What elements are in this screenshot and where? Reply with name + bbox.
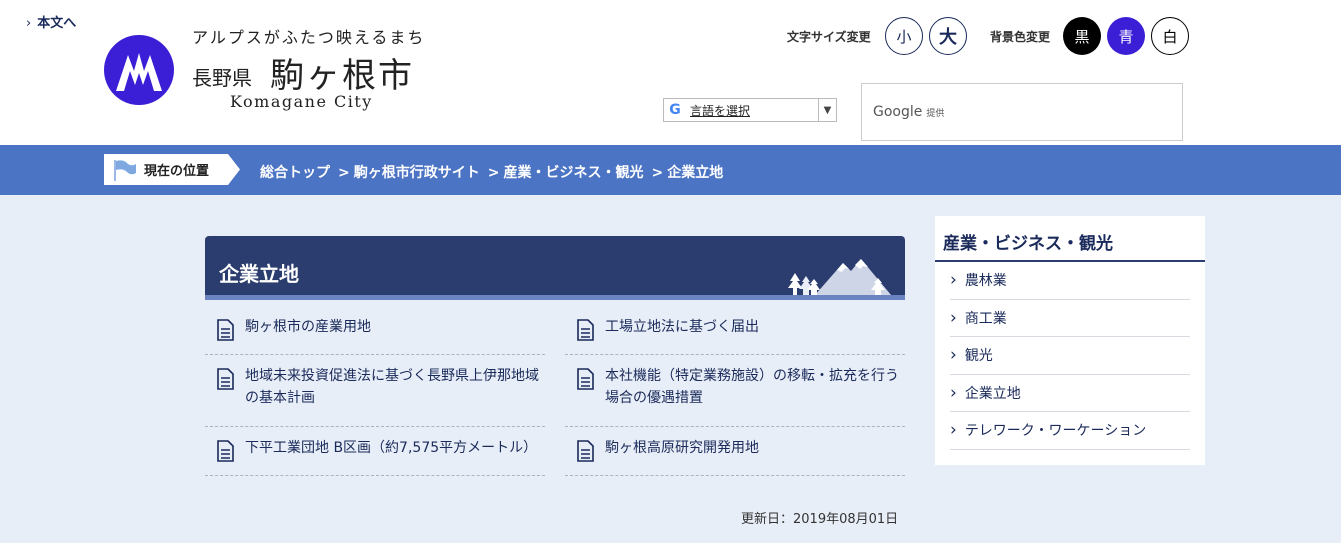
mountain-decoration-icon xyxy=(788,259,891,295)
language-select-label[interactable]: 言語を選択 xyxy=(686,102,818,119)
site-tagline: アルプスがふたつ映えるまち xyxy=(192,28,426,47)
sidebar-title: 産業・ビジネス・観光 xyxy=(935,216,1205,262)
prefecture-name: 長野県 xyxy=(192,66,252,90)
sidebar-item-tourism[interactable]: 観光 xyxy=(950,337,1190,375)
google-search-brand: Google 提供 xyxy=(873,104,945,120)
sidebar: 産業・ビジネス・観光 農林業 商工業 観光 企業立地 テレワーク・ワーケーション xyxy=(935,216,1205,465)
link-kogen-research-land[interactable]: 駒ヶ根高原研究開発用地 xyxy=(605,437,759,459)
list-item: 本社機能（特定業務施設）の移転・拡充を行う場合の優遇措置 xyxy=(565,355,905,427)
document-icon xyxy=(217,368,234,390)
document-icon xyxy=(217,440,234,462)
sidebar-item-telework[interactable]: テレワーク・ワーケーション xyxy=(950,412,1190,450)
breadcrumb-link-industry[interactable]: 産業・ビジネス・観光 xyxy=(503,165,643,181)
skip-to-content-link[interactable]: 本文へ xyxy=(26,12,76,31)
link-shimodaira-industrial-park[interactable]: 下平工業団地 B区画（約7,575平方メートル） xyxy=(245,437,537,459)
site-search-box[interactable]: Google 提供 xyxy=(861,83,1183,141)
sidebar-item-label[interactable]: 農林業 xyxy=(965,270,1007,290)
language-select[interactable]: G 言語を選択 ▼ xyxy=(663,98,837,122)
background-color-label: 背景色変更 xyxy=(990,30,1051,44)
flag-icon xyxy=(104,154,144,185)
list-item: 下平工業団地 B区画（約7,575平方メートル） xyxy=(205,427,545,476)
sidebar-menu: 農林業 商工業 観光 企業立地 テレワーク・ワーケーション xyxy=(935,262,1205,450)
sidebar-item-agriculture[interactable]: 農林業 xyxy=(950,262,1190,300)
breadcrumb-link-admin[interactable]: 駒ヶ根市行政サイト xyxy=(354,165,480,181)
bg-blue-button[interactable]: 青 xyxy=(1107,17,1145,55)
current-location-label: 現在の位置 xyxy=(104,154,240,185)
sidebar-item-label[interactable]: 観光 xyxy=(965,345,993,365)
document-icon xyxy=(577,440,594,462)
page-title-bar: 企業立地 xyxy=(205,236,905,300)
breadcrumb-link-top[interactable]: 総合トップ xyxy=(260,165,330,181)
sidebar-item-label[interactable]: 商工業 xyxy=(965,308,1007,328)
city-name[interactable]: 駒ヶ根市 xyxy=(270,48,414,97)
link-list: 駒ヶ根市の産業用地 工場立地法に基づく届出 地域未来投資促進法に基づく長野県上伊… xyxy=(205,306,905,476)
link-regional-investment-plan[interactable]: 地域未来投資促進法に基づく長野県上伊那地域の基本計画 xyxy=(245,365,545,409)
page-title: 企業立地 xyxy=(219,262,299,286)
font-size-label: 文字サイズ変更 xyxy=(787,30,871,44)
main-content: 企業立地 駒ヶ根市の産業用地 工場立地法に基づく届出 地域未来投資促進法に基づく… xyxy=(205,236,905,476)
bg-white-button[interactable]: 白 xyxy=(1151,17,1189,55)
list-item: 工場立地法に基づく届出 xyxy=(565,306,905,355)
breadcrumb: 総合トップ > 駒ヶ根市行政サイト > 産業・ビジネス・観光 > 企業立地 xyxy=(260,162,723,182)
sidebar-item-business-location: 企業立地 xyxy=(950,375,1190,412)
link-industrial-land[interactable]: 駒ヶ根市の産業用地 xyxy=(245,316,371,338)
breadcrumb-separator: > xyxy=(338,165,350,181)
document-icon xyxy=(577,319,594,341)
font-large-button[interactable]: 大 xyxy=(929,17,967,55)
breadcrumb-separator: > xyxy=(651,165,664,181)
breadcrumb-bar: 現在の位置 総合トップ > 駒ヶ根市行政サイト > 産業・ビジネス・観光 > 企業立地 xyxy=(0,145,1341,195)
font-small-button[interactable]: 小 xyxy=(885,17,923,55)
link-headquarters-incentives[interactable]: 本社機能（特定業務施設）の移転・拡充を行う場合の優遇措置 xyxy=(605,365,905,409)
breadcrumb-current: 企業立地 xyxy=(667,165,724,181)
city-logo-icon[interactable] xyxy=(104,35,174,105)
list-item: 駒ヶ根高原研究開発用地 xyxy=(565,427,905,476)
google-g-icon: G xyxy=(669,102,681,118)
city-name-en: Komagane City xyxy=(230,92,373,111)
bg-black-button[interactable]: 黒 xyxy=(1063,17,1101,55)
last-updated: 更新日：2019年08月01日 xyxy=(741,512,899,527)
dropdown-arrow-icon[interactable]: ▼ xyxy=(818,99,836,121)
sidebar-item-commerce[interactable]: 商工業 xyxy=(950,300,1190,337)
sidebar-item-label[interactable]: テレワーク・ワーケーション xyxy=(965,420,1146,440)
link-factory-location-act[interactable]: 工場立地法に基づく届出 xyxy=(605,316,759,338)
document-icon xyxy=(217,319,234,341)
breadcrumb-separator: > xyxy=(487,165,500,181)
list-item: 地域未来投資促進法に基づく長野県上伊那地域の基本計画 xyxy=(205,355,545,427)
site-header: 本文へ アルプスがふたつ映えるまち 長野県 駒ヶ根市 Komagane City… xyxy=(0,0,1341,145)
sidebar-item-label: 企業立地 xyxy=(964,385,1021,402)
list-item: 駒ヶ根市の産業用地 xyxy=(205,306,545,355)
document-icon xyxy=(577,368,594,390)
